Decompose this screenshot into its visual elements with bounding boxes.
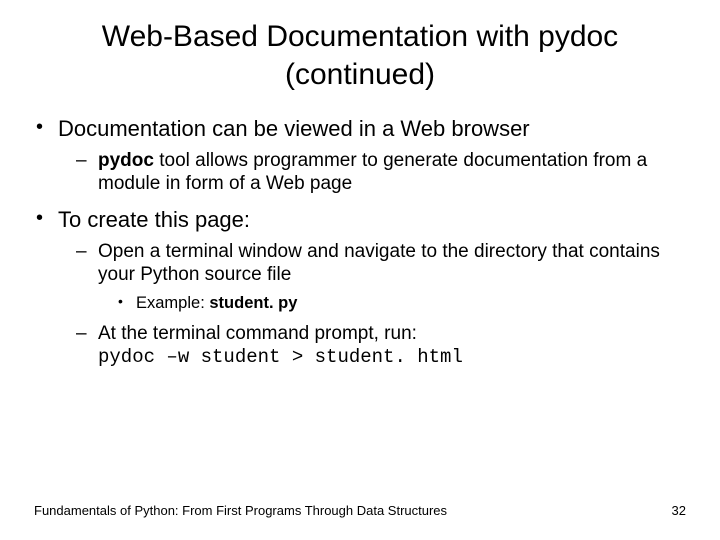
bullet-text-bold: student. py (209, 294, 297, 312)
list-item: Documentation can be viewed in a Web bro… (34, 115, 686, 196)
bullet-text: tool allows programmer to generate docum… (98, 150, 647, 195)
bullet-list: Documentation can be viewed in a Web bro… (34, 115, 686, 370)
bullet-text: Open a terminal window and navigate to t… (98, 241, 660, 286)
slide-footer: Fundamentals of Python: From First Progr… (34, 503, 686, 518)
list-item: To create this page: Open a terminal win… (34, 206, 686, 370)
bullet-text: To create this page: (58, 207, 250, 232)
page-number: 32 (672, 503, 686, 518)
bullet-text-bold: pydoc (98, 150, 154, 171)
code-text: pydoc –w student > student. html (98, 346, 463, 368)
bullet-text: At the terminal command prompt, run: (98, 323, 417, 344)
list-item: pydoc tool allows programmer to generate… (58, 149, 686, 197)
bullet-text: Example: (136, 294, 209, 312)
footer-text: Fundamentals of Python: From First Progr… (34, 503, 447, 518)
list-item: Open a terminal window and navigate to t… (58, 240, 686, 314)
list-item: Example: student. py (98, 293, 686, 314)
bullet-text: Documentation can be viewed in a Web bro… (58, 116, 530, 141)
list-item: At the terminal command prompt, run: pyd… (58, 322, 686, 371)
slide-title: Web-Based Documentation with pydoc (cont… (34, 18, 686, 93)
